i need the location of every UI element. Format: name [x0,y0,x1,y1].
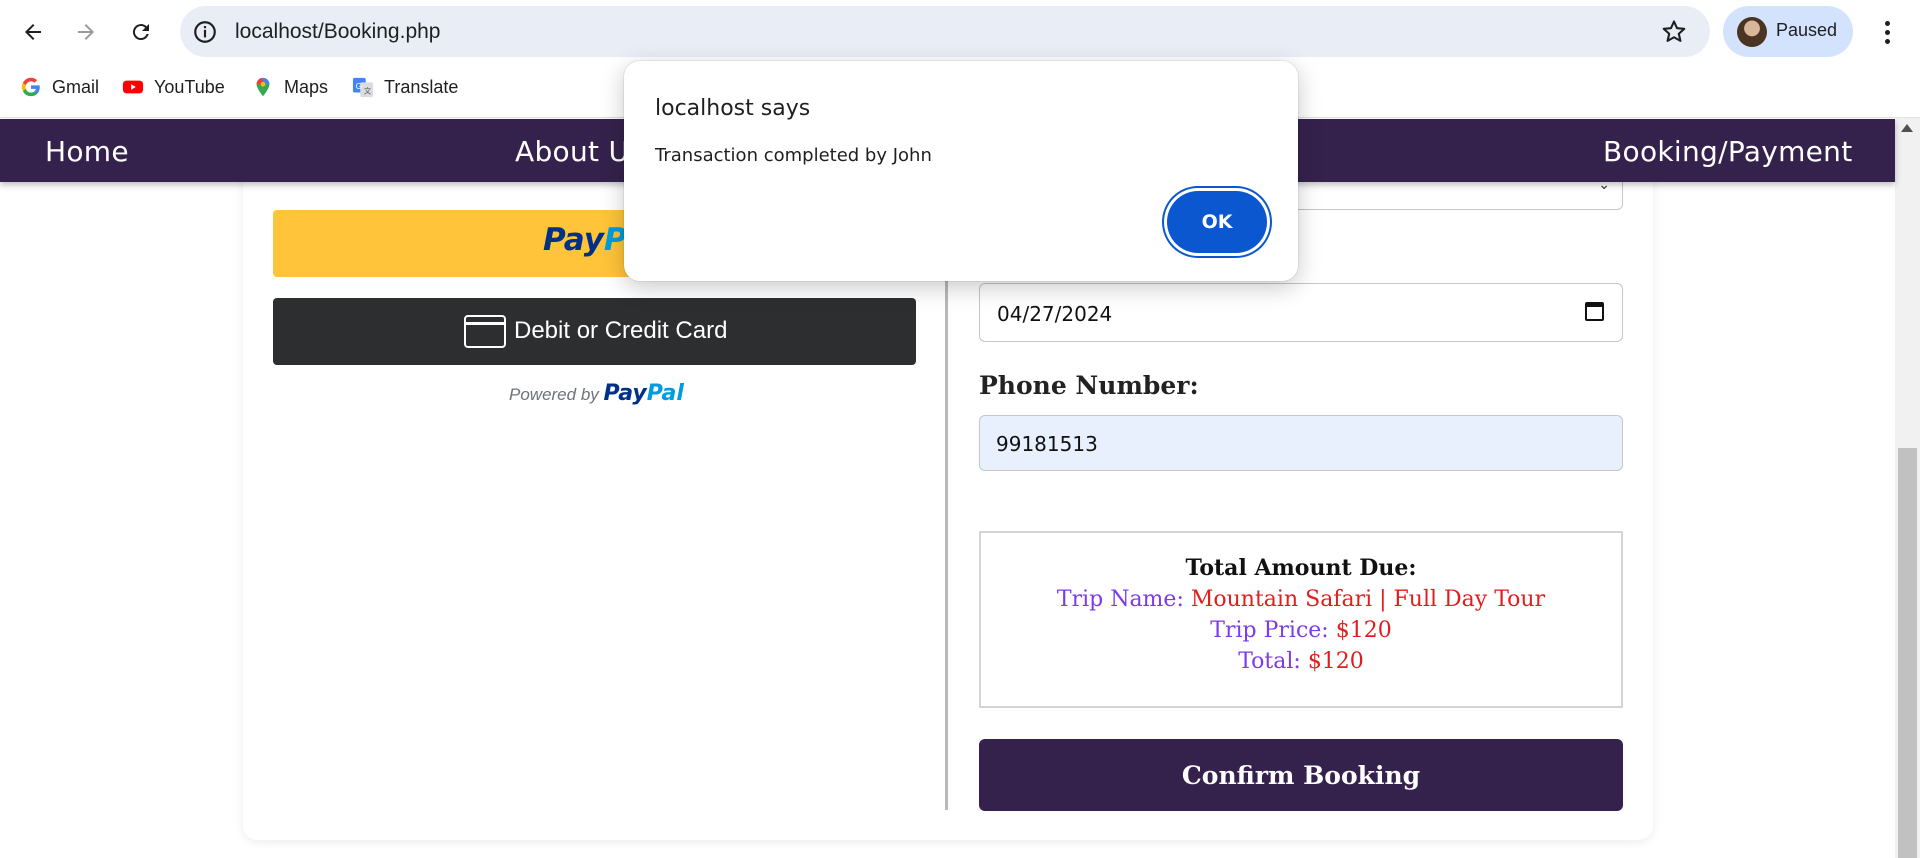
profile-status: Paused [1776,20,1838,40]
confirm-booking-button[interactable]: Confirm Booking [979,739,1623,811]
dialog-title: localhost says [655,96,811,121]
scroll-up-icon[interactable] [1901,124,1913,132]
powered-by-paypal: Powered by PayPal [509,381,684,406]
forward-button[interactable] [66,12,106,52]
menu-more-icon[interactable] [1872,14,1902,50]
site-info-icon[interactable] [192,19,218,45]
arrow-left-icon [25,24,41,40]
translate-icon: G文 [352,77,374,98]
svg-text:文: 文 [364,86,372,95]
dialog-message: Transaction completed by John [655,145,932,166]
trip-name-row: Trip Name: Mountain Safari | Full Day To… [1056,587,1546,612]
nav-home[interactable]: Home [45,135,129,168]
scrollbar-thumb[interactable] [1898,448,1917,858]
profile-button[interactable]: Paused [1723,6,1853,57]
phone-input[interactable]: 99181513 [979,415,1623,471]
total-summary: Total Amount Due: Trip Name: Mountain Sa… [979,531,1623,708]
date-value: 04/27/2024 [997,302,1113,326]
summary-title: Total Amount Due: [1185,555,1417,581]
debit-credit-card-button[interactable]: Debit or Credit Card [273,298,916,365]
bookmark-label: Gmail [52,76,100,97]
bookmark-youtube[interactable]: YouTube [122,70,225,104]
page-scrollbar[interactable] [1895,118,1920,858]
bookmark-gmail[interactable]: Gmail [20,70,99,104]
maps-pin-icon [256,77,270,97]
credit-card-icon [464,315,506,348]
date-input[interactable]: 04/27/2024 [979,283,1623,342]
reload-button[interactable] [121,12,161,52]
bookmark-label: YouTube [154,76,225,97]
paypal-logo-small: PayPal [603,381,684,406]
calendar-icon[interactable] [1585,302,1604,321]
phone-value: 99181513 [996,432,1098,456]
bookmark-star-icon[interactable] [1660,18,1688,46]
bookmark-translate[interactable]: G文 Translate [352,70,458,104]
url-text[interactable]: localhost/Booking.php [235,20,440,44]
google-icon [21,77,40,97]
nav-about[interactable]: About U [515,135,629,168]
bookmark-label: Maps [284,76,329,97]
ok-button[interactable]: OK [1167,191,1267,253]
nav-booking-payment[interactable]: Booking/Payment [1603,135,1853,168]
youtube-icon [122,80,144,94]
bookmark-maps[interactable]: Maps [252,70,328,104]
card-button-label: Debit or Credit Card [514,317,728,344]
avatar [1737,17,1767,47]
trip-price-row: Trip Price: $120 [1210,618,1392,643]
reload-icon [132,24,149,41]
bookmark-label: Translate [384,76,459,97]
alert-dialog: localhost says Transaction completed by … [624,61,1298,281]
back-button[interactable] [13,12,53,52]
address-bar[interactable]: localhost/Booking.php [180,6,1710,57]
total-row: Total: $120 [1238,649,1364,674]
arrow-right-icon [78,24,94,40]
phone-label: Phone Number: [979,371,1199,400]
svg-text:G: G [356,82,362,91]
